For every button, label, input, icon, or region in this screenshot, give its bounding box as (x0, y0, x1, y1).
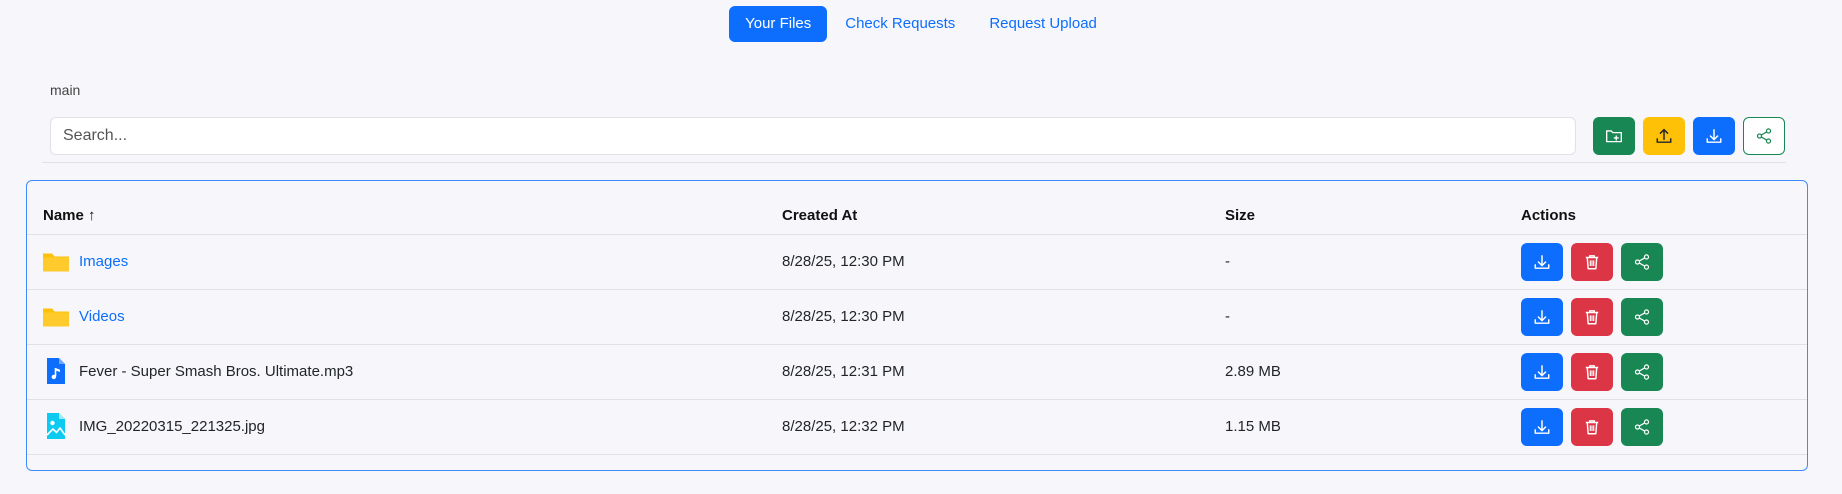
share-icon (1634, 419, 1650, 435)
image-file-icon (46, 413, 66, 439)
file-size: - (1225, 253, 1230, 270)
download-button[interactable] (1693, 117, 1735, 155)
new-folder-button[interactable] (1593, 117, 1635, 155)
table-row: Images 8/28/25, 12:30 PM - (27, 234, 1807, 290)
row-download-button[interactable] (1521, 353, 1563, 391)
trash-icon (1585, 420, 1599, 435)
row-download-button[interactable] (1521, 243, 1563, 281)
top-nav: Your Files Check Requests Request Upload (0, 6, 1842, 42)
row-share-button[interactable] (1621, 408, 1663, 446)
breadcrumb[interactable]: main (50, 82, 80, 98)
column-created-at[interactable]: Created At (782, 207, 857, 224)
column-size[interactable]: Size (1225, 207, 1255, 224)
table-header: Name ↑ Created At Size Actions (27, 181, 1807, 235)
folder-plus-icon (1606, 130, 1622, 143)
created-at: 8/28/25, 12:31 PM (782, 363, 905, 380)
search-input[interactable] (50, 117, 1576, 155)
file-size: 2.89 MB (1225, 363, 1281, 380)
folder-link[interactable]: Images (79, 253, 128, 270)
row-share-button[interactable] (1621, 298, 1663, 336)
folder-icon (43, 308, 69, 327)
table-row: Fever - Super Smash Bros. Ultimate.mp3 8… (27, 344, 1807, 400)
share-icon (1756, 128, 1772, 144)
created-at: 8/28/25, 12:32 PM (782, 418, 905, 435)
row-download-button[interactable] (1521, 298, 1563, 336)
table-row: IMG_20220315_221325.jpg 8/28/25, 12:32 P… (27, 399, 1807, 455)
row-delete-button[interactable] (1571, 353, 1613, 391)
audio-file-icon (47, 358, 65, 384)
download-icon (1534, 255, 1550, 269)
created-at: 8/28/25, 12:30 PM (782, 253, 905, 270)
share-icon (1634, 364, 1650, 380)
download-icon (1534, 420, 1550, 434)
divider (42, 162, 1786, 163)
file-size: 1.15 MB (1225, 418, 1281, 435)
download-icon (1706, 129, 1722, 143)
file-name[interactable]: IMG_20220315_221325.jpg (79, 418, 265, 435)
row-share-button[interactable] (1621, 243, 1663, 281)
file-table: Name ↑ Created At Size Actions Images 8/… (26, 180, 1808, 471)
share-button[interactable] (1743, 117, 1785, 155)
upload-button[interactable] (1643, 117, 1685, 155)
row-download-button[interactable] (1521, 408, 1563, 446)
trash-icon (1585, 310, 1599, 325)
row-delete-button[interactable] (1571, 408, 1613, 446)
row-delete-button[interactable] (1571, 243, 1613, 281)
upload-icon (1656, 128, 1672, 143)
trash-icon (1585, 365, 1599, 380)
column-actions: Actions (1521, 207, 1577, 224)
column-name[interactable]: Name ↑ (43, 207, 96, 224)
tab-check-requests[interactable]: Check Requests (829, 6, 971, 42)
row-share-button[interactable] (1621, 353, 1663, 391)
file-size: - (1225, 308, 1230, 325)
share-icon (1634, 254, 1650, 270)
share-icon (1634, 309, 1650, 325)
tab-request-upload[interactable]: Request Upload (973, 6, 1113, 42)
trash-icon (1585, 255, 1599, 270)
download-icon (1534, 365, 1550, 379)
folder-link[interactable]: Videos (79, 308, 125, 325)
table-row: Videos 8/28/25, 12:30 PM - (27, 289, 1807, 345)
download-icon (1534, 310, 1550, 324)
created-at: 8/28/25, 12:30 PM (782, 308, 905, 325)
tab-your-files[interactable]: Your Files (729, 6, 828, 42)
row-delete-button[interactable] (1571, 298, 1613, 336)
folder-icon (43, 253, 69, 272)
toolbar (50, 117, 1785, 155)
file-name[interactable]: Fever - Super Smash Bros. Ultimate.mp3 (79, 363, 353, 380)
